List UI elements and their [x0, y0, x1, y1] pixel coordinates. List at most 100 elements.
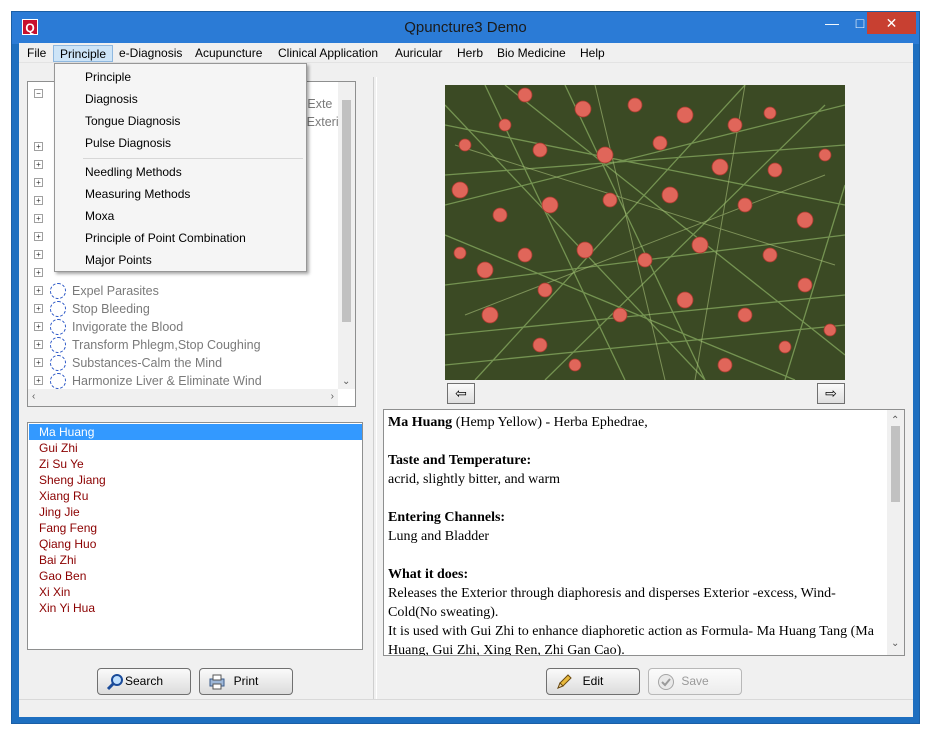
- node-circle-icon: [50, 373, 66, 389]
- herb-list[interactable]: Ma Huang Gui Zhi Zi Su Ye Sheng Jiang Xi…: [27, 422, 363, 650]
- collapse-icon[interactable]: −: [34, 89, 43, 98]
- menu-acupuncture[interactable]: Acupuncture: [189, 45, 268, 62]
- tree-item-invigorate-blood[interactable]: + Invigorate the Blood: [34, 318, 334, 336]
- expand-icon[interactable]: +: [34, 160, 43, 169]
- expand-icon[interactable]: +: [34, 304, 43, 313]
- pane-splitter[interactable]: [373, 77, 377, 707]
- expand-icon[interactable]: +: [34, 268, 43, 277]
- arrow-left-icon: ⇦: [455, 385, 467, 401]
- list-item[interactable]: Sheng Jiang: [29, 472, 362, 488]
- menu-file[interactable]: File: [21, 45, 52, 62]
- menu-clinical-application[interactable]: Clinical Application: [272, 45, 384, 62]
- printer-icon: [209, 674, 225, 690]
- edit-button[interactable]: Edit: [546, 668, 640, 695]
- previous-image-button[interactable]: ⇦: [447, 383, 475, 404]
- scroll-thumb[interactable]: [342, 100, 351, 322]
- minimize-button[interactable]: —: [817, 12, 847, 34]
- list-item[interactable]: Ma Huang: [29, 424, 362, 440]
- dropdown-item-point-combination[interactable]: Principle of Point Combination: [85, 228, 246, 248]
- expand-icon[interactable]: +: [34, 340, 43, 349]
- expand-icon[interactable]: +: [34, 142, 43, 151]
- list-item[interactable]: Bai Zhi: [29, 552, 362, 568]
- taste-heading: Taste and Temperature:: [388, 453, 532, 468]
- tree-item-label: Substances-Calm the Mind: [72, 356, 223, 370]
- channels-heading: Entering Channels:: [388, 510, 506, 525]
- tree-item-calm-mind[interactable]: + Substances-Calm the Mind: [34, 354, 334, 372]
- pencil-icon: [557, 674, 572, 689]
- print-button[interactable]: Print: [199, 668, 293, 695]
- save-button[interactable]: Save: [648, 668, 742, 695]
- tree-vertical-scrollbar[interactable]: ⌄: [338, 82, 355, 389]
- scroll-left-icon[interactable]: ‹: [32, 391, 35, 402]
- expand-icon[interactable]: +: [34, 286, 43, 295]
- description-text: Ma Huang (Hemp Yellow) - Herba Ephedrae,…: [388, 413, 878, 655]
- node-circle-icon: [50, 301, 66, 317]
- list-item[interactable]: Xiang Ru: [29, 488, 362, 504]
- expand-icon[interactable]: +: [34, 250, 43, 259]
- menu-herb[interactable]: Herb: [451, 45, 489, 62]
- dropdown-item-major-points[interactable]: Major Points: [85, 250, 152, 270]
- scroll-down-icon[interactable]: ⌄: [891, 634, 899, 653]
- expand-icon[interactable]: +: [34, 232, 43, 241]
- tree-item-harmonize-liver[interactable]: + Harmonize Liver & Eliminate Wind: [34, 372, 334, 390]
- menu-bar: File Principle e-Diagnosis Acupuncture C…: [19, 43, 913, 63]
- search-button[interactable]: Search: [97, 668, 191, 695]
- list-item[interactable]: Xi Xin: [29, 584, 362, 600]
- menu-e-diagnosis[interactable]: e-Diagnosis: [113, 45, 188, 62]
- search-button-label: Search: [124, 674, 164, 688]
- status-bar: [19, 699, 913, 717]
- expand-icon[interactable]: +: [34, 196, 43, 205]
- taste-text: acrid, slightly bitter, and warm: [388, 472, 561, 487]
- scroll-thumb[interactable]: [891, 426, 900, 502]
- dropdown-item-diagnosis[interactable]: Diagnosis: [85, 89, 138, 109]
- close-button[interactable]: ✕: [867, 12, 916, 34]
- expand-icon[interactable]: +: [34, 178, 43, 187]
- scroll-down-icon[interactable]: ⌄: [342, 376, 350, 387]
- dropdown-item-tongue-diagnosis[interactable]: Tongue Diagnosis: [85, 111, 180, 131]
- expand-icon[interactable]: +: [34, 358, 43, 367]
- tree-item-label: Stop Bleeding: [72, 302, 150, 316]
- title-bar[interactable]: Q Qpuncture3 Demo — □ ✕: [12, 12, 919, 44]
- node-circle-icon: [50, 319, 66, 335]
- channels-text: Lung and Bladder: [388, 529, 490, 544]
- herb-name: Ma Huang: [388, 415, 453, 430]
- tree-item-expel-parasites[interactable]: + Expel Parasites: [34, 282, 334, 300]
- dropdown-item-moxa[interactable]: Moxa: [85, 206, 114, 226]
- menu-help[interactable]: Help: [574, 45, 611, 62]
- dropdown-item-needling-methods[interactable]: Needling Methods: [85, 162, 182, 182]
- menu-principle[interactable]: Principle: [53, 45, 114, 62]
- description-vertical-scrollbar[interactable]: ⌃ ⌄: [887, 410, 904, 655]
- action-heading: What it does:: [388, 567, 469, 582]
- list-item[interactable]: Jing Jie: [29, 504, 362, 520]
- dropdown-item-pulse-diagnosis[interactable]: Pulse Diagnosis: [85, 133, 171, 153]
- list-item[interactable]: Gao Ben: [29, 568, 362, 584]
- tree-item-transform-phlegm[interactable]: + Transform Phlegm,Stop Coughing: [34, 336, 334, 354]
- search-icon: [106, 674, 123, 691]
- ephedra-plant-image: [445, 85, 845, 380]
- list-item[interactable]: Gui Zhi: [29, 440, 362, 456]
- scroll-up-icon[interactable]: ⌃: [891, 411, 899, 430]
- list-item[interactable]: Xin Yi Hua: [29, 600, 362, 616]
- tree-horizontal-scrollbar[interactable]: ‹ ›: [28, 389, 338, 406]
- dropdown-item-measuring-methods[interactable]: Measuring Methods: [85, 184, 190, 204]
- expand-icon[interactable]: +: [34, 322, 43, 331]
- tree-item-stop-bleeding[interactable]: + Stop Bleeding: [34, 300, 334, 318]
- dropdown-separator: [83, 158, 303, 159]
- herb-description[interactable]: Ma Huang (Hemp Yellow) - Herba Ephedrae,…: [383, 409, 905, 656]
- scroll-right-icon[interactable]: ›: [331, 391, 334, 402]
- print-button-label: Print: [233, 674, 259, 688]
- tree-item-label: Transform Phlegm,Stop Coughing: [72, 338, 261, 352]
- menu-auricular[interactable]: Auricular: [389, 45, 448, 62]
- herb-photo: [445, 85, 845, 380]
- next-image-button[interactable]: ⇨: [817, 383, 845, 404]
- list-item[interactable]: Fang Feng: [29, 520, 362, 536]
- list-item[interactable]: Qiang Huo: [29, 536, 362, 552]
- herb-subtitle: (Hemp Yellow) - Herba Ephedrae,: [452, 415, 648, 430]
- expand-icon[interactable]: +: [34, 214, 43, 223]
- expand-icon[interactable]: +: [34, 376, 43, 385]
- list-item[interactable]: Zi Su Ye: [29, 456, 362, 472]
- menu-bio-medicine[interactable]: Bio Medicine: [491, 45, 572, 62]
- dropdown-item-principle[interactable]: Principle: [85, 67, 131, 87]
- arrow-right-icon: ⇨: [825, 385, 837, 401]
- app-window: Q Qpuncture3 Demo — □ ✕ File Principle e…: [11, 11, 920, 724]
